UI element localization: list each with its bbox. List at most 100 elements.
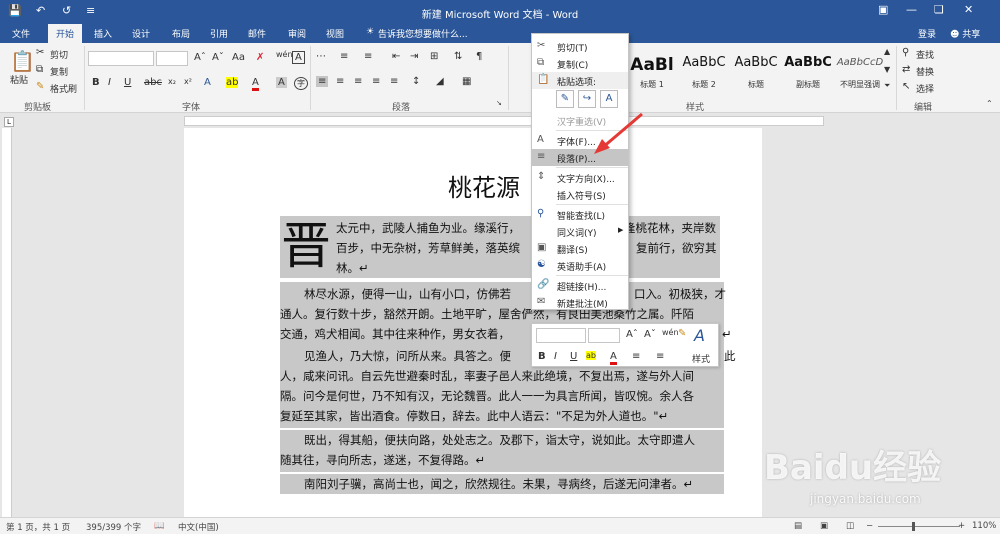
mini-grow-font-icon[interactable]: Aˆ xyxy=(626,329,638,340)
select-icon[interactable]: ↖ xyxy=(902,81,910,92)
tab-design[interactable]: 设计 xyxy=(132,27,150,40)
char-shading-icon[interactable]: A xyxy=(276,77,287,88)
chinese-layout-icon[interactable]: ⊞ xyxy=(430,51,438,62)
tab-references[interactable]: 引用 xyxy=(210,27,228,40)
paste-icon[interactable]: 📋 xyxy=(10,49,35,73)
zoom-level[interactable]: 110% xyxy=(972,521,996,531)
increase-indent-icon[interactable]: ⇥ xyxy=(410,51,418,62)
mini-phonetic-icon[interactable]: wén xyxy=(662,328,679,337)
print-layout-icon[interactable]: ▣ xyxy=(820,521,828,531)
mini-styles-icon[interactable]: A xyxy=(694,326,705,345)
replace-label[interactable]: 替换 xyxy=(916,65,934,78)
collapse-ribbon-icon[interactable]: ⌃ xyxy=(986,99,993,108)
copy-icon[interactable]: ⧉ xyxy=(36,64,43,75)
mini-underline-icon[interactable]: U xyxy=(570,351,577,362)
tab-layout[interactable]: 布局 xyxy=(172,27,190,40)
align-center-icon[interactable]: ≡ xyxy=(336,76,344,87)
menu-item-cut[interactable]: ✂ 剪切(T) xyxy=(532,38,628,55)
zoom-slider-thumb[interactable] xyxy=(912,522,915,531)
horizontal-ruler[interactable] xyxy=(184,116,824,126)
bold-icon[interactable]: B xyxy=(92,77,100,88)
numbering-icon[interactable]: ≡ xyxy=(340,51,348,62)
copy-label[interactable]: 复制 xyxy=(50,65,68,78)
mini-font-combo[interactable] xyxy=(536,328,586,343)
menu-item-copy[interactable]: ⧉ 复制(C) xyxy=(532,55,628,72)
format-painter-label[interactable]: 格式刷 xyxy=(50,82,77,95)
highlight-icon[interactable]: ab xyxy=(226,77,239,88)
style-heading1[interactable]: AaBl 标题 1 xyxy=(622,45,674,93)
grow-font-icon[interactable]: Aˆ xyxy=(194,52,206,63)
text-effects-icon[interactable]: A xyxy=(204,77,211,88)
zoom-in-icon[interactable]: + xyxy=(958,521,965,531)
mini-bold-icon[interactable]: B xyxy=(538,351,546,362)
styles-scroll-down-icon[interactable]: ▼ xyxy=(884,65,890,74)
page-count[interactable]: 第 1 页，共 1 页 xyxy=(6,521,70,533)
mini-font-color-icon[interactable]: A xyxy=(610,351,617,365)
align-left-icon[interactable]: ≡ xyxy=(316,76,329,87)
tab-insert[interactable]: 插入 xyxy=(94,27,112,40)
tab-home[interactable]: 开始 xyxy=(48,24,83,43)
style-heading2[interactable]: AaBbC 标题 2 xyxy=(674,45,726,93)
multilevel-list-icon[interactable]: ≡ xyxy=(364,51,372,62)
find-label[interactable]: 查找 xyxy=(916,48,934,61)
enclose-char-icon[interactable]: 字 xyxy=(294,77,308,90)
italic-icon[interactable]: I xyxy=(108,77,111,88)
menu-item-english-assistant[interactable]: ☯ 英语助手(A) xyxy=(532,257,628,274)
mini-highlight-icon[interactable]: ab xyxy=(586,351,596,360)
zoom-out-icon[interactable]: − xyxy=(866,521,873,531)
mini-numbering-icon[interactable]: ≡ xyxy=(656,351,664,362)
decrease-indent-icon[interactable]: ⇤ xyxy=(392,51,400,62)
menu-item-insert-symbol[interactable]: 插入符号(S) xyxy=(532,186,628,203)
menu-item-new-comment[interactable]: ✉ 新建批注(M) xyxy=(532,294,628,311)
mini-size-combo[interactable] xyxy=(588,328,620,343)
tell-me-box[interactable]: 告诉我您想要做什么... xyxy=(378,27,468,40)
style-title[interactable]: AaBbC 标题 xyxy=(726,45,778,93)
close-icon[interactable]: ✕ xyxy=(964,3,973,16)
share-button[interactable]: ☻ 共享 xyxy=(950,27,980,40)
language[interactable]: 中文(中国) xyxy=(178,521,219,533)
paragraph-dialog-launcher-icon[interactable]: ↘ xyxy=(496,99,502,107)
find-icon[interactable]: ⚲ xyxy=(902,47,909,58)
menu-item-text-direction[interactable]: ⇕ 文字方向(X)... xyxy=(532,169,628,186)
distributed-icon[interactable]: ≡ xyxy=(390,76,398,87)
mini-format-painter-icon[interactable]: ✎ xyxy=(678,328,686,339)
read-mode-icon[interactable]: ▤ xyxy=(794,521,802,531)
menu-item-hyperlink[interactable]: 🔗 超链接(H)... xyxy=(532,277,628,294)
mini-italic-icon[interactable]: I xyxy=(554,351,557,362)
subscript-icon[interactable]: x₂ xyxy=(168,77,176,86)
tab-mailings[interactable]: 邮件 xyxy=(248,27,266,40)
underline-icon[interactable]: U xyxy=(124,77,131,88)
proofing-icon[interactable]: 📖 xyxy=(154,521,165,531)
font-size-combo[interactable] xyxy=(156,51,188,66)
paste-merge-format-icon[interactable]: ↪ xyxy=(578,90,596,108)
font-color-icon[interactable]: A xyxy=(252,77,259,91)
style-subtitle[interactable]: AaBbC 副标题 xyxy=(778,45,832,93)
ribbon-display-icon[interactable]: ▣ xyxy=(878,3,888,16)
vertical-ruler[interactable] xyxy=(2,128,12,518)
sort-icon[interactable]: ⇅ xyxy=(454,51,462,62)
tab-review[interactable]: 审阅 xyxy=(288,27,306,40)
select-label[interactable]: 选择 xyxy=(916,82,934,95)
menu-item-synonyms[interactable]: 同义词(Y) ▶ xyxy=(532,223,628,240)
style-subtle-emphasis[interactable]: AaBbCcD 不明显强调 xyxy=(830,45,883,93)
zoom-slider[interactable] xyxy=(878,526,960,527)
align-right-icon[interactable]: ≡ xyxy=(354,76,362,87)
minimize-icon[interactable]: — xyxy=(906,3,917,16)
word-count[interactable]: 395/399 个字 xyxy=(86,521,141,533)
maximize-icon[interactable]: ❏ xyxy=(934,3,944,16)
font-name-combo[interactable] xyxy=(88,51,154,66)
mini-styles-label[interactable]: 样式 xyxy=(692,352,710,365)
tab-selector[interactable]: L xyxy=(4,117,14,127)
shrink-font-icon[interactable]: Aˇ xyxy=(212,52,224,63)
paste-keep-source-icon[interactable]: ✎ xyxy=(556,90,574,108)
styles-more-icon[interactable]: ⏷ xyxy=(884,81,890,91)
menu-item-translate[interactable]: ▣ 翻译(S) xyxy=(532,240,628,257)
char-border-icon[interactable]: A xyxy=(292,51,305,64)
borders-icon[interactable]: ▦ xyxy=(462,76,471,87)
paste-label[interactable]: 粘贴 xyxy=(10,73,28,86)
superscript-icon[interactable]: x² xyxy=(184,77,192,86)
bullets-icon[interactable]: ⋯ xyxy=(316,51,326,62)
change-case-icon[interactable]: Aa xyxy=(232,52,245,63)
mini-shrink-font-icon[interactable]: Aˇ xyxy=(644,329,656,340)
clear-format-icon[interactable]: ✗ xyxy=(256,52,264,63)
